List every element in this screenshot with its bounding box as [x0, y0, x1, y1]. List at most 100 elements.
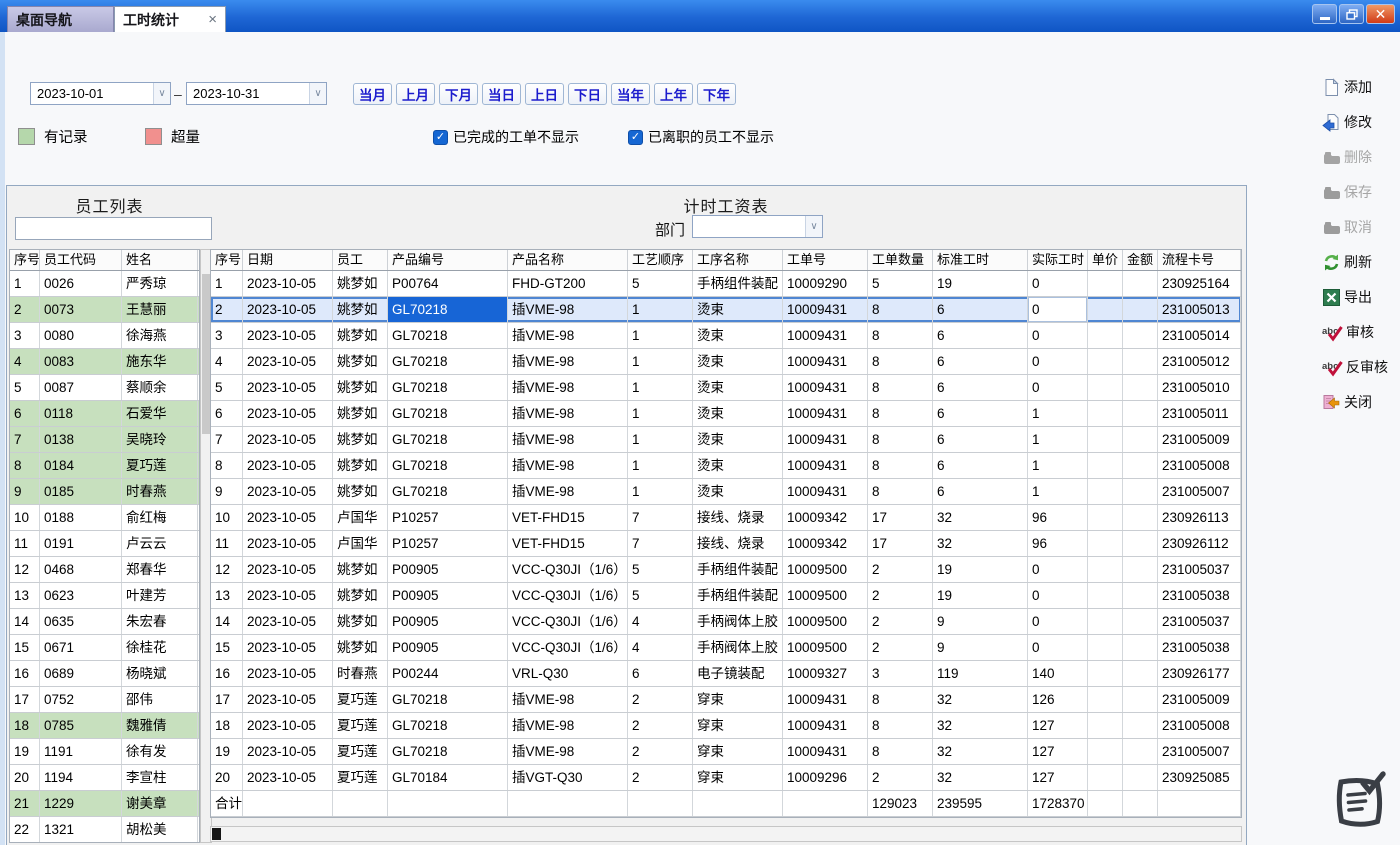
column-header[interactable]: 工单数量 [868, 250, 933, 270]
department-select[interactable]: ∨ [692, 215, 823, 238]
date-from-select[interactable]: 2023-10-01 ∨ [30, 82, 171, 105]
column-header[interactable]: 单价 [1088, 250, 1123, 270]
employee-row[interactable]: 211229谢美章 [10, 791, 199, 817]
chevron-down-icon[interactable]: ∨ [153, 83, 170, 104]
chevron-down-icon[interactable]: ∨ [309, 83, 326, 104]
employee-row[interactable]: 110191卢云云 [10, 531, 199, 557]
quick-date-button[interactable]: 上日 [525, 83, 564, 105]
checkbox-checked-icon[interactable]: ✓ [433, 130, 448, 145]
wage-row[interactable]: 132023-10-05姚梦如P00905VCC-Q30JI（1/6）5手柄组件… [211, 583, 1241, 609]
editing-cell[interactable]: 0 [1028, 297, 1088, 322]
column-header[interactable]: 员工 [333, 250, 388, 270]
column-header[interactable]: 产品编号 [388, 250, 508, 270]
employee-row[interactable]: 160689杨晓斌 [10, 661, 199, 687]
column-header[interactable]: 工单号 [783, 250, 868, 270]
wage-row[interactable]: 152023-10-05姚梦如P00905VCC-Q30JI（1/6）4手柄阀体… [211, 635, 1241, 661]
sidebar-button-unaudit[interactable]: abc反审核 [1322, 356, 1398, 378]
tab-desktop-navigation[interactable]: 桌面导航 [7, 6, 114, 32]
quick-date-button[interactable]: 当年 [611, 83, 650, 105]
employee-row[interactable]: 60118石爱华 [10, 401, 199, 427]
employee-row[interactable]: 140635朱宏春 [10, 609, 199, 635]
wage-row[interactable]: 102023-10-05卢国华P10257VET-FHD157接线、烧录1000… [211, 505, 1241, 531]
column-header[interactable]: 序号 [10, 250, 40, 270]
wage-row[interactable]: 172023-10-05夏巧莲GL70218插VME-982穿束10009431… [211, 687, 1241, 713]
quick-date-button[interactable]: 当月 [353, 83, 392, 105]
wage-row[interactable]: 112023-10-05卢国华P10257VET-FHD157接线、烧录1000… [211, 531, 1241, 557]
employee-row[interactable]: 201194李宣柱 [10, 765, 199, 791]
wage-row[interactable]: 22023-10-05姚梦如GL70218插VME-981烫束100094318… [211, 297, 1241, 323]
wage-row[interactable]: 82023-10-05姚梦如GL70218插VME-981烫束100094318… [211, 453, 1241, 479]
employee-row[interactable]: 80184夏巧莲 [10, 453, 199, 479]
column-header[interactable]: 产品名称 [508, 250, 628, 270]
sidebar-button-refresh[interactable]: 刷新 [1322, 251, 1398, 273]
wage-row[interactable]: 92023-10-05姚梦如GL70218插VME-981烫束100094318… [211, 479, 1241, 505]
filter-checkbox[interactable]: ✓已离职的员工不显示 [628, 127, 774, 147]
employee-row[interactable]: 221321胡松美 [10, 817, 199, 843]
column-header[interactable]: 标准工时 [933, 250, 1028, 270]
employee-row[interactable]: 100188俞红梅 [10, 505, 199, 531]
sidebar-button-export[interactable]: 导出 [1322, 286, 1398, 308]
employee-row[interactable]: 130623叶建芳 [10, 583, 199, 609]
wage-row[interactable]: 32023-10-05姚梦如GL70218插VME-981烫束100094318… [211, 323, 1241, 349]
employee-row[interactable]: 10026严秀琼 [10, 271, 199, 297]
filter-checkbox[interactable]: ✓ 已完成的工单不显示 [433, 127, 579, 147]
restore-button[interactable] [1339, 4, 1364, 24]
employee-row[interactable]: 30080徐海燕 [10, 323, 199, 349]
wage-horizontal-scrollbar[interactable] [210, 826, 1242, 842]
tab-close-icon[interactable]: × [208, 12, 217, 27]
wage-row[interactable]: 202023-10-05夏巧莲GL70184插VGT-Q302穿束1000929… [211, 765, 1241, 791]
checkbox-checked-icon[interactable]: ✓ [628, 130, 643, 145]
column-header[interactable]: 实际工时 [1028, 250, 1088, 270]
column-header[interactable]: 员工代码 [40, 250, 122, 270]
checkbox-label: 已完成的工单不显示 [453, 127, 579, 147]
column-header[interactable]: 姓名 [122, 250, 198, 270]
wage-row[interactable]: 142023-10-05姚梦如P00905VCC-Q30JI（1/6）4手柄阀体… [211, 609, 1241, 635]
quick-date-button[interactable]: 下年 [697, 83, 736, 105]
wage-row[interactable]: 162023-10-05时春燕P00244VRL-Q306电子镜装配100093… [211, 661, 1241, 687]
wage-row[interactable]: 42023-10-05姚梦如GL70218插VME-981烫束100094318… [211, 349, 1241, 375]
employee-row[interactable]: 170752邵伟 [10, 687, 199, 713]
employee-row[interactable]: 50087蔡顺余 [10, 375, 199, 401]
employee-row[interactable]: 180785魏雅倩 [10, 713, 199, 739]
quick-date-button[interactable]: 下日 [568, 83, 607, 105]
quick-date-button[interactable]: 上年 [654, 83, 693, 105]
column-header[interactable]: 金额 [1123, 250, 1158, 270]
table-cell: P00905 [388, 635, 508, 660]
wage-row[interactable]: 52023-10-05姚梦如GL70218插VME-981烫束100094318… [211, 375, 1241, 401]
wage-row[interactable]: 62023-10-05姚梦如GL70218插VME-981烫束100094318… [211, 401, 1241, 427]
employee-row[interactable]: 120468郑春华 [10, 557, 199, 583]
employee-row[interactable]: 150671徐桂花 [10, 635, 199, 661]
scrollbar-thumb[interactable] [212, 828, 221, 840]
wage-row[interactable]: 12023-10-05姚梦如P00764FHD-GT2005手柄组件装配1000… [211, 271, 1241, 297]
employee-row[interactable]: 191191徐有发 [10, 739, 199, 765]
column-header[interactable]: 流程卡号 [1158, 250, 1241, 270]
wage-row[interactable]: 182023-10-05夏巧莲GL70218插VME-982穿束10009431… [211, 713, 1241, 739]
employee-search-input[interactable] [15, 217, 212, 240]
quick-date-button[interactable]: 上月 [396, 83, 435, 105]
close-button[interactable]: ✕ [1366, 4, 1395, 24]
quick-date-button[interactable]: 当日 [482, 83, 521, 105]
sidebar-button-audit[interactable]: abc审核 [1322, 321, 1398, 343]
wage-row[interactable]: 192023-10-05夏巧莲GL70218插VME-982穿束10009431… [211, 739, 1241, 765]
chevron-down-icon[interactable]: ∨ [805, 216, 822, 237]
date-to-select[interactable]: 2023-10-31 ∨ [186, 82, 327, 105]
scrollbar-thumb[interactable] [202, 274, 210, 434]
column-header[interactable]: 工序名称 [693, 250, 783, 270]
quick-date-button[interactable]: 下月 [439, 83, 478, 105]
column-header[interactable]: 日期 [243, 250, 333, 270]
column-header[interactable]: 工艺顺序 [628, 250, 693, 270]
employee-row[interactable]: 90185时春燕 [10, 479, 199, 505]
sidebar-button-modify[interactable]: 修改 [1322, 111, 1398, 133]
employee-row[interactable]: 40083施东华 [10, 349, 199, 375]
wage-row[interactable]: 122023-10-05姚梦如P00905VCC-Q30JI（1/6）5手柄组件… [211, 557, 1241, 583]
minimize-button[interactable] [1312, 4, 1337, 24]
tab-work-hour-statistics[interactable]: 工时统计 × [114, 6, 226, 32]
column-header[interactable]: 序号 [211, 250, 243, 270]
employee-row[interactable]: 70138吴晓玲 [10, 427, 199, 453]
wage-row[interactable]: 72023-10-05姚梦如GL70218插VME-981烫束100094318… [211, 427, 1241, 453]
table-cell: GL70218 [388, 453, 508, 478]
employee-row[interactable]: 20073王慧丽 [10, 297, 199, 323]
sidebar-button-add[interactable]: 添加 [1322, 76, 1398, 98]
table-cell: 9 [211, 479, 243, 504]
sidebar-button-close[interactable]: 关闭 [1322, 391, 1398, 413]
